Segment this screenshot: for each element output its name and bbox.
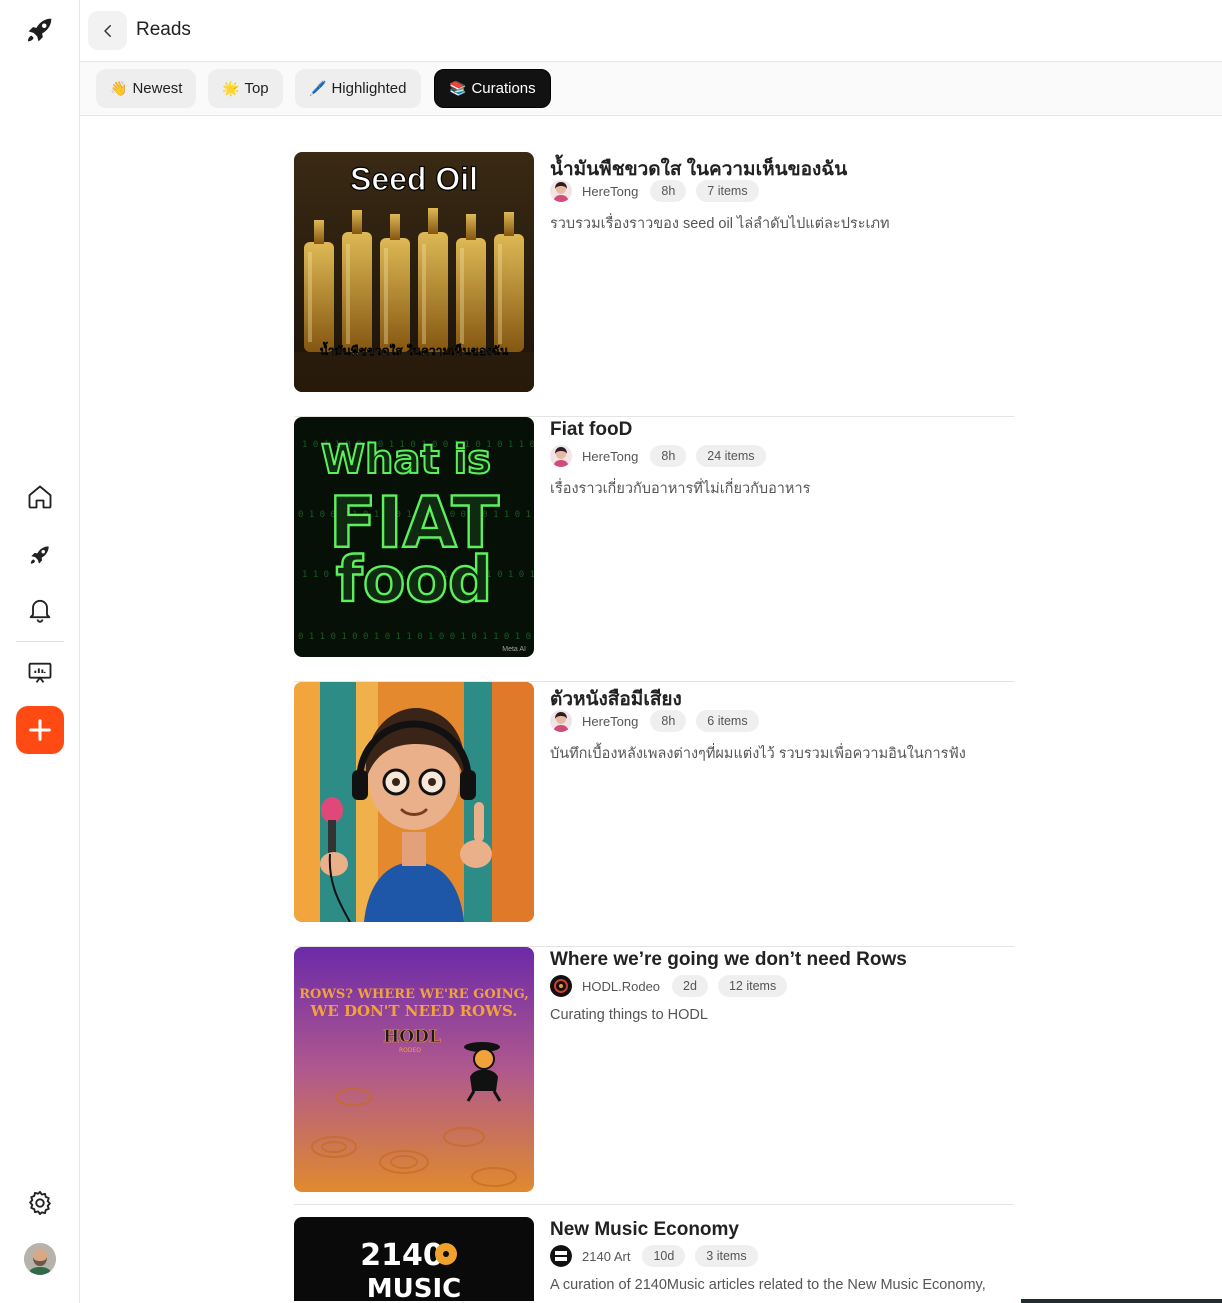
avatar[interactable] (24, 1243, 56, 1275)
curation-description: เรื่องราวเกี่ยวกับอาหารที่ไม่เกี่ยวกับอา… (550, 481, 811, 497)
thumb-line-2: WE DON'T NEED ROWS. (310, 1002, 518, 1020)
thumb-line-1: ROWS? WHERE WE'RE GOING, (299, 987, 529, 1002)
thumb-line-3: food (336, 543, 493, 616)
thumb-line-3: HODL (383, 1027, 441, 1047)
pen-icon: 🖊️ (309, 80, 327, 96)
curation-card[interactable]: 2140 MUSIC New Music Economy 2140 Art 10… (294, 1217, 1014, 1303)
time-badge: 8h (650, 445, 687, 467)
gear-icon[interactable] (20, 1183, 60, 1223)
curation-title: New Music Economy (550, 1219, 739, 1240)
thumb-line-2: MUSIC (367, 1274, 461, 1301)
items-badge: 3 items (695, 1245, 758, 1267)
bell-icon[interactable] (20, 589, 60, 629)
author-name: 2140 Art (582, 1248, 631, 1264)
curation-description: A curation of 2140Music articles related… (550, 1277, 986, 1293)
tab-highlighted[interactable]: 🖊️ Highlighted (295, 69, 421, 108)
curation-title: Fiat fooD (550, 419, 633, 440)
thumb-line-4: RODEO (399, 1047, 421, 1054)
author-avatar (550, 445, 572, 467)
plus-icon (29, 719, 51, 741)
chevron-left-icon (103, 24, 111, 37)
curation-thumbnail (294, 682, 534, 922)
curation-meta: HereTong 8h 6 items (550, 710, 769, 732)
curation-thumbnail: 2140 MUSIC (294, 1217, 534, 1301)
thumb-watermark: Meta AI (502, 646, 526, 653)
presentation-icon[interactable] (20, 653, 60, 693)
tab-top[interactable]: 🌟 Top (208, 69, 283, 108)
author-name: HODL.Rodeo (582, 978, 661, 994)
sidebar-divider (16, 641, 64, 642)
tab-label: Highlighted (331, 80, 407, 97)
author-avatar (550, 710, 572, 732)
curation-description: บันทึกเบื้องหลังเพลงต่างๆที่ผมแต่งไว้ รว… (550, 746, 966, 762)
curation-thumbnail: ROWS? WHERE WE'RE GOING, WE DON'T NEED R… (294, 947, 534, 1192)
curation-card[interactable]: Seed Oil น้ำมันพืชขวดใส ในความเห็นของฉัน… (294, 152, 1014, 417)
time-badge: 10d (642, 1245, 686, 1267)
waving-hand-icon: 👋 (110, 80, 128, 96)
curation-meta: 2140 Art 10d 3 items (550, 1245, 768, 1267)
curation-description: Curating things to HODL (550, 1007, 708, 1023)
author-avatar (550, 1245, 572, 1267)
curation-card[interactable]: 1 0 1 1 0 0 1 0 1 1 0 1 0 0 1 1 0 1 0 1 … (294, 417, 1014, 682)
items-badge: 12 items (717, 975, 788, 997)
thumb-caption: น้ำมันพืชขวดใส ในความเห็นของฉัน (320, 341, 509, 358)
curation-card[interactable]: ตัวหนังสือมีเสียง HereTong 8h 6 items บั… (294, 682, 1014, 947)
svg-text:0 1 1 0 1 0 0 1 0 1 1 0 1 0 0: 0 1 1 0 1 0 0 1 0 1 1 0 1 0 0 1 0 1 1 0 … (298, 632, 531, 642)
sidebar (0, 0, 80, 1303)
thumb-title: Seed Oil (350, 161, 478, 197)
curation-thumbnail: Seed Oil น้ำมันพืชขวดใส ในความเห็นของฉัน (294, 152, 534, 392)
logo-rocket-icon[interactable] (20, 10, 60, 50)
tab-label: Top (244, 80, 269, 97)
tab-label: Curations (471, 80, 536, 97)
bottom-edge-bar (1021, 1299, 1222, 1303)
curation-title: Where we’re going we don’t need Rows (550, 949, 907, 970)
time-badge: 2d (672, 975, 708, 997)
tab-curations[interactable]: 📚 Curations (434, 69, 551, 108)
tab-newest[interactable]: 👋 Newest (96, 69, 197, 108)
tab-label: Newest (132, 80, 183, 97)
items-badge: 7 items (696, 180, 759, 202)
curation-meta: HereTong 8h 7 items (550, 180, 769, 202)
curation-card[interactable]: ROWS? WHERE WE'RE GOING, WE DON'T NEED R… (294, 947, 1014, 1205)
create-button[interactable] (16, 706, 64, 754)
author-name: HereTong (582, 183, 639, 199)
home-icon[interactable] (20, 477, 60, 517)
time-badge: 8h (650, 710, 687, 732)
time-badge: 8h (650, 180, 687, 202)
curation-thumbnail: 1 0 1 1 0 0 1 0 1 1 0 1 0 0 1 1 0 1 0 1 … (294, 417, 534, 657)
back-button[interactable] (88, 11, 127, 50)
author-avatar (550, 180, 572, 202)
author-name: HereTong (582, 713, 639, 729)
curation-description: รวบรวมเรื่องราวของ seed oil ไล่ลำดับไปแต… (550, 216, 890, 232)
rocket-icon[interactable] (20, 535, 60, 575)
page-title: Reads (136, 19, 191, 40)
filter-tabs: 👋 Newest 🌟 Top 🖊️ Highlighted 📚 Curation… (80, 62, 1222, 116)
items-badge: 6 items (696, 710, 759, 732)
curation-meta: HODL.Rodeo 2d 12 items (550, 975, 797, 997)
thumb-line-1: What is (321, 437, 491, 483)
author-name: HereTong (582, 448, 639, 464)
items-badge: 24 items (696, 445, 766, 467)
top-bar: Reads (80, 0, 1222, 62)
books-icon: 📚 (449, 80, 467, 96)
author-avatar (550, 975, 572, 997)
star-icon: 🌟 (222, 80, 240, 96)
curation-meta: HereTong 8h 24 items (550, 445, 776, 467)
thumb-line-1: 2140 (360, 1238, 444, 1273)
